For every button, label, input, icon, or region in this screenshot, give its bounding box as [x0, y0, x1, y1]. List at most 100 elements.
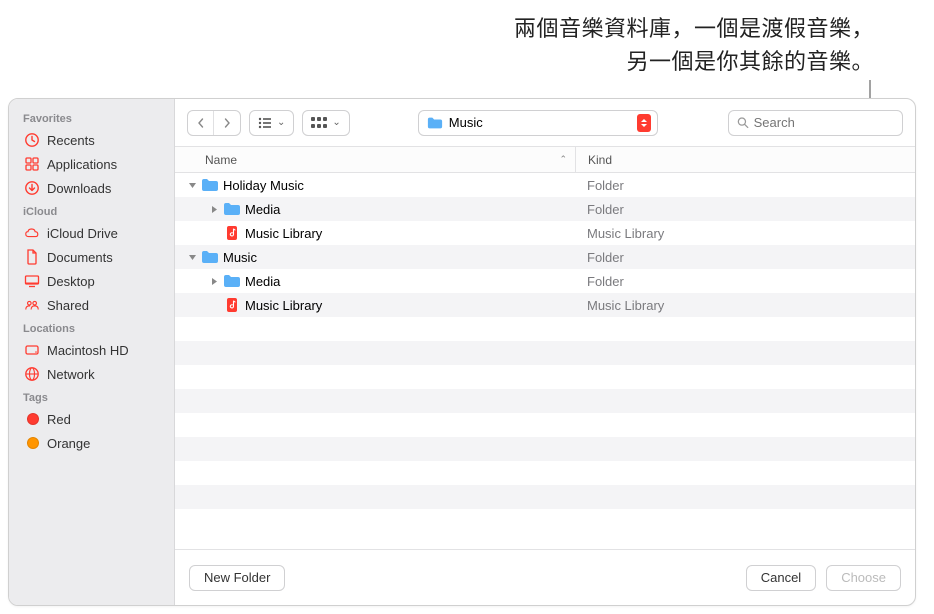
sidebar-section-title: Favorites: [9, 107, 174, 128]
file-name: Music Library: [245, 226, 322, 241]
search-icon: [737, 116, 749, 129]
sidebar-item-desktop[interactable]: Desktop: [9, 269, 174, 293]
tag-icon: [23, 410, 41, 428]
empty-row: [175, 413, 915, 437]
music-library-icon: [223, 297, 241, 313]
new-folder-button[interactable]: New Folder: [189, 565, 285, 591]
sidebar-item-documents[interactable]: Documents: [9, 245, 174, 269]
sidebar-section-title: Locations: [9, 317, 174, 338]
empty-row: [175, 485, 915, 509]
column-header-kind[interactable]: Kind: [575, 147, 915, 172]
folder-icon: [427, 116, 443, 130]
file-row[interactable]: Music LibraryMusic Library: [175, 221, 915, 245]
column-headers: Name ⌃ Kind: [175, 147, 915, 173]
path-stepper-icon: [637, 114, 651, 132]
sidebar-item-label: Red: [47, 412, 71, 427]
file-row[interactable]: Music Library Music Library: [175, 293, 915, 317]
file-kind: Folder: [575, 178, 915, 193]
main-pane: ⌄ ⌄ Music: [175, 99, 915, 605]
disclosure-triangle-icon[interactable]: [187, 252, 197, 262]
sidebar-item-downloads[interactable]: Downloads: [9, 176, 174, 200]
folder-icon: [201, 249, 219, 265]
file-name: Music Library: [245, 298, 322, 313]
file-kind: Folder: [575, 202, 915, 217]
sidebar-item-applications[interactable]: Applications: [9, 152, 174, 176]
file-row[interactable]: Holiday Music Folder: [175, 173, 915, 197]
empty-row: [175, 461, 915, 485]
sidebar-section-title: Tags: [9, 386, 174, 407]
disclosure-triangle-icon[interactable]: [209, 204, 219, 214]
sidebar-item-label: Orange: [47, 436, 90, 451]
file-kind: Music Library: [575, 298, 915, 313]
sidebar-item-label: Desktop: [47, 274, 95, 289]
file-list: Holiday Music Folder Media Folder Music Libr…: [175, 173, 915, 549]
empty-row: [175, 365, 915, 389]
desktop-icon: [23, 272, 41, 290]
sidebar-item-orange[interactable]: Orange: [9, 431, 174, 455]
file-name: Holiday Music: [223, 178, 304, 193]
search-input[interactable]: [754, 115, 894, 130]
sidebar-item-label: Shared: [47, 298, 89, 313]
group-icon: [311, 117, 327, 129]
folder-icon: [201, 177, 219, 193]
path-dropdown[interactable]: Music: [418, 110, 658, 136]
empty-row: [175, 317, 915, 341]
empty-row: [175, 341, 915, 365]
sidebar-item-label: Applications: [47, 157, 117, 172]
column-kind-label: Kind: [588, 153, 612, 167]
clock-icon: [23, 131, 41, 149]
list-icon: [258, 117, 272, 129]
file-row[interactable]: Media Folder: [175, 197, 915, 221]
annotation-line1: 兩個音樂資料庫，一個是渡假音樂，: [514, 12, 874, 45]
file-name: Music: [223, 250, 257, 265]
globe-icon: [23, 365, 41, 383]
music-library-icon: [223, 225, 241, 241]
tag-icon: [23, 434, 41, 452]
sidebar: Favorites Recents Applications Downloads iCl…: [9, 99, 175, 605]
sidebar-item-shared[interactable]: Shared: [9, 293, 174, 317]
sidebar-item-red[interactable]: Red: [9, 407, 174, 431]
sidebar-item-network[interactable]: Network: [9, 362, 174, 386]
sidebar-item-label: iCloud Drive: [47, 226, 118, 241]
sort-indicator-icon: ⌃: [559, 154, 567, 165]
disclosure-triangle-icon[interactable]: [187, 180, 197, 190]
choose-button[interactable]: Choose: [826, 565, 901, 591]
footer: New Folder Cancel Choose: [175, 549, 915, 605]
disclosure-triangle-icon: [209, 300, 219, 310]
file-name: Media: [245, 274, 280, 289]
sidebar-item-macintosh-hd[interactable]: Macintosh HD: [9, 338, 174, 362]
download-icon: [23, 179, 41, 197]
sidebar-item-icloud-drive[interactable]: iCloud Drive: [9, 221, 174, 245]
chevron-down-icon: ⌄: [277, 117, 285, 128]
chevron-down-icon: ⌄: [332, 117, 340, 128]
file-name: Media: [245, 202, 280, 217]
sidebar-item-label: Downloads: [47, 181, 111, 196]
folder-icon: [223, 201, 241, 217]
sidebar-item-recents[interactable]: Recents: [9, 128, 174, 152]
column-name-label: Name: [205, 153, 237, 167]
disk-icon: [23, 341, 41, 359]
toolbar: ⌄ ⌄ Music: [175, 99, 915, 147]
doc-icon: [23, 248, 41, 266]
back-button[interactable]: [188, 111, 214, 135]
view-list-button[interactable]: ⌄: [249, 110, 294, 136]
sidebar-item-label: Recents: [47, 133, 95, 148]
forward-button[interactable]: [214, 111, 240, 135]
file-chooser-dialog: Favorites Recents Applications Downloads iCl…: [8, 98, 916, 606]
app-grid-icon: [23, 155, 41, 173]
annotation-line2: 另一個是你其餘的音樂。: [514, 45, 874, 78]
empty-row: [175, 389, 915, 413]
file-kind: Folder: [575, 274, 915, 289]
sidebar-item-label: Macintosh HD: [47, 343, 129, 358]
search-field[interactable]: [728, 110, 903, 136]
column-header-name[interactable]: Name ⌃: [175, 153, 575, 167]
disclosure-triangle-icon[interactable]: [209, 276, 219, 286]
file-row[interactable]: MusicFolder: [175, 245, 915, 269]
group-button[interactable]: ⌄: [302, 110, 349, 136]
cancel-button[interactable]: Cancel: [746, 565, 816, 591]
file-row[interactable]: Media Folder: [175, 269, 915, 293]
nav-back-forward: [187, 110, 241, 136]
sidebar-item-label: Documents: [47, 250, 113, 265]
path-label: Music: [449, 115, 483, 130]
disclosure-triangle-icon: [209, 228, 219, 238]
